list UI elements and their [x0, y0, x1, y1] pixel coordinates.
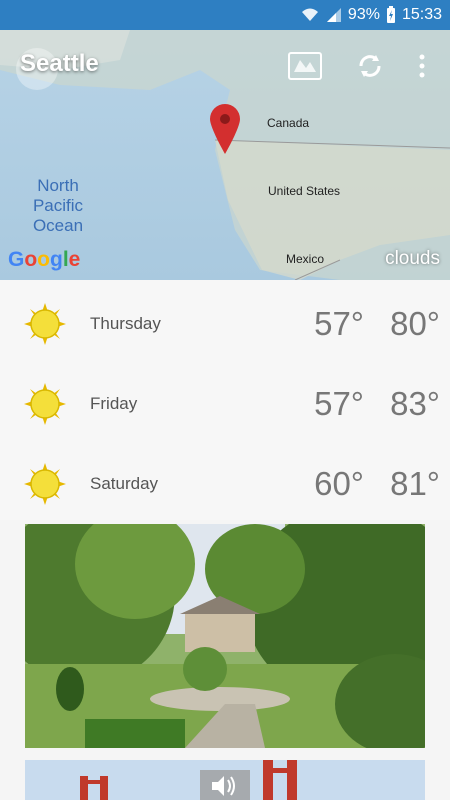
forecast-list: Thursday 57° 80° Friday 57° 83° Saturday…	[0, 280, 450, 520]
forecast-row[interactable]: Saturday 60° 81°	[0, 444, 450, 524]
sun-icon	[24, 463, 66, 505]
refresh-icon[interactable]	[352, 48, 388, 84]
sun-icon	[24, 303, 66, 345]
forecast-high: 83°	[390, 385, 440, 422]
city-photo-card[interactable]	[25, 524, 425, 748]
map-layer-icon[interactable]	[287, 48, 323, 84]
forecast-high: 80°	[390, 305, 440, 342]
signal-icon	[326, 7, 342, 23]
city-name: Seattle	[20, 50, 99, 77]
sun-icon	[24, 383, 66, 425]
forecast-low: 57°	[314, 305, 364, 342]
forecast-row[interactable]: Friday 57° 83°	[0, 364, 450, 444]
volume-icon[interactable]	[210, 774, 238, 800]
map-label-mexico: Mexico	[286, 252, 325, 266]
status-bar: 93% 15:33	[0, 0, 450, 30]
clock: 15:33	[401, 6, 442, 23]
more-options-icon[interactable]	[404, 48, 440, 84]
map-view[interactable]: Seattle Canada United States Mexico Nort…	[0, 30, 450, 280]
forecast-high: 81°	[390, 465, 440, 502]
location-pin-icon[interactable]	[208, 102, 242, 154]
forecast-low: 60°	[314, 465, 364, 502]
forecast-day: Friday	[90, 394, 138, 413]
garden-photo	[25, 524, 425, 748]
battery-icon	[386, 6, 396, 24]
forecast-day: Thursday	[90, 314, 161, 333]
forecast-row[interactable]: Thursday 57° 80°	[0, 284, 450, 364]
google-logo: Google	[8, 248, 81, 271]
battery-percent: 93%	[347, 6, 380, 23]
wifi-icon	[300, 7, 320, 23]
forecast-day: Saturday	[90, 474, 159, 493]
map-label-united-states: United States	[268, 184, 341, 198]
forecast-low: 57°	[314, 385, 364, 422]
map-label-canada: Canada	[267, 116, 310, 130]
city-photo-card-2[interactable]	[25, 760, 425, 800]
map-label-ocean: North Pacific Ocean	[32, 176, 84, 235]
map-layer-label: clouds	[385, 248, 440, 269]
